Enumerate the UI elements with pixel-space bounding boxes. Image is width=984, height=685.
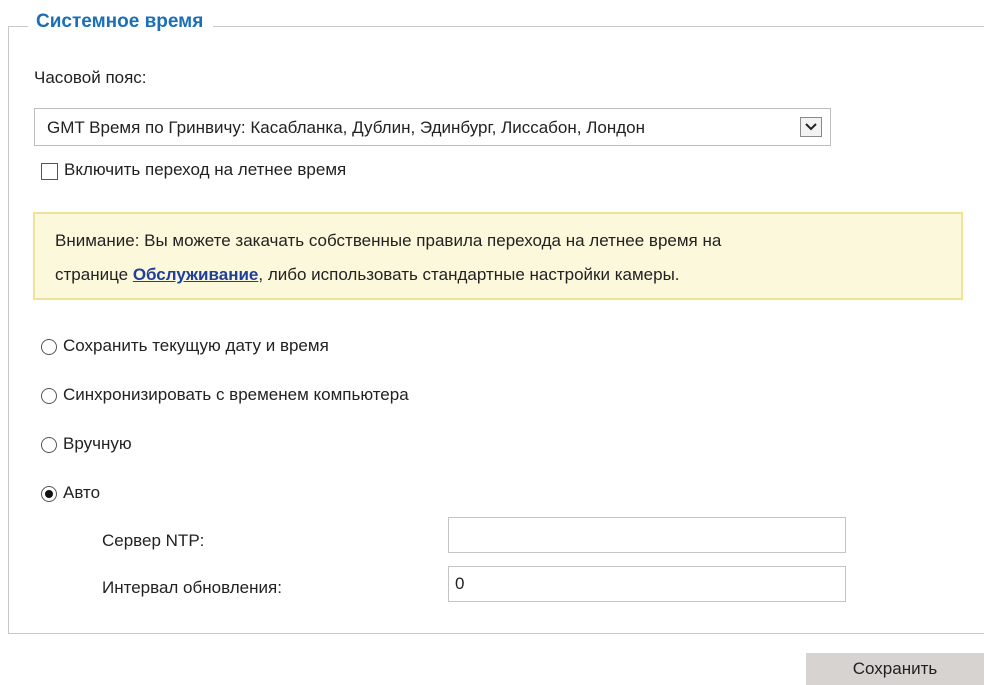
ntp-server-label: Сервер NTP: [102, 531, 205, 550]
notice-box: Внимание: Вы можете закачать собственные… [33, 212, 963, 300]
timezone-label: Часовой пояс: [34, 68, 147, 87]
dst-checkbox[interactable] [41, 163, 58, 180]
maintenance-link[interactable]: Обслуживание [133, 265, 259, 284]
radio-sync-computer[interactable] [41, 388, 57, 404]
timezone-selected-value: GMT Время по Гринвичу: Касабланка, Дубли… [47, 118, 645, 137]
save-button[interactable]: Сохранить [806, 653, 984, 685]
radio-auto-dot [45, 490, 53, 498]
radio-manual-label: Вручную [63, 434, 132, 453]
ntp-server-input[interactable] [448, 517, 846, 553]
notice-line-2: странице Обслуживание, либо использовать… [55, 265, 680, 285]
chevron-down-icon[interactable] [800, 117, 822, 137]
timezone-select[interactable]: GMT Время по Гринвичу: Касабланка, Дубли… [34, 108, 831, 146]
update-interval-input[interactable] [448, 566, 846, 602]
radio-keep-current[interactable] [41, 339, 57, 355]
notice-line-2-suffix: , либо использовать стандартные настройк… [258, 265, 680, 284]
radio-auto-label: Авто [63, 483, 101, 502]
notice-line-2-prefix: странице [55, 265, 133, 284]
dst-label: Включить переход на летнее время [64, 160, 347, 179]
radio-keep-current-label: Сохранить текущую дату и время [63, 336, 329, 355]
update-interval-label: Интервал обновления: [102, 578, 282, 597]
section-legend: Системное время [28, 11, 214, 33]
notice-line-1: Внимание: Вы можете закачать собственные… [55, 231, 722, 250]
radio-auto[interactable] [41, 486, 57, 502]
radio-sync-computer-label: Синхронизировать с временем компьютера [63, 385, 409, 404]
radio-manual[interactable] [41, 437, 57, 453]
